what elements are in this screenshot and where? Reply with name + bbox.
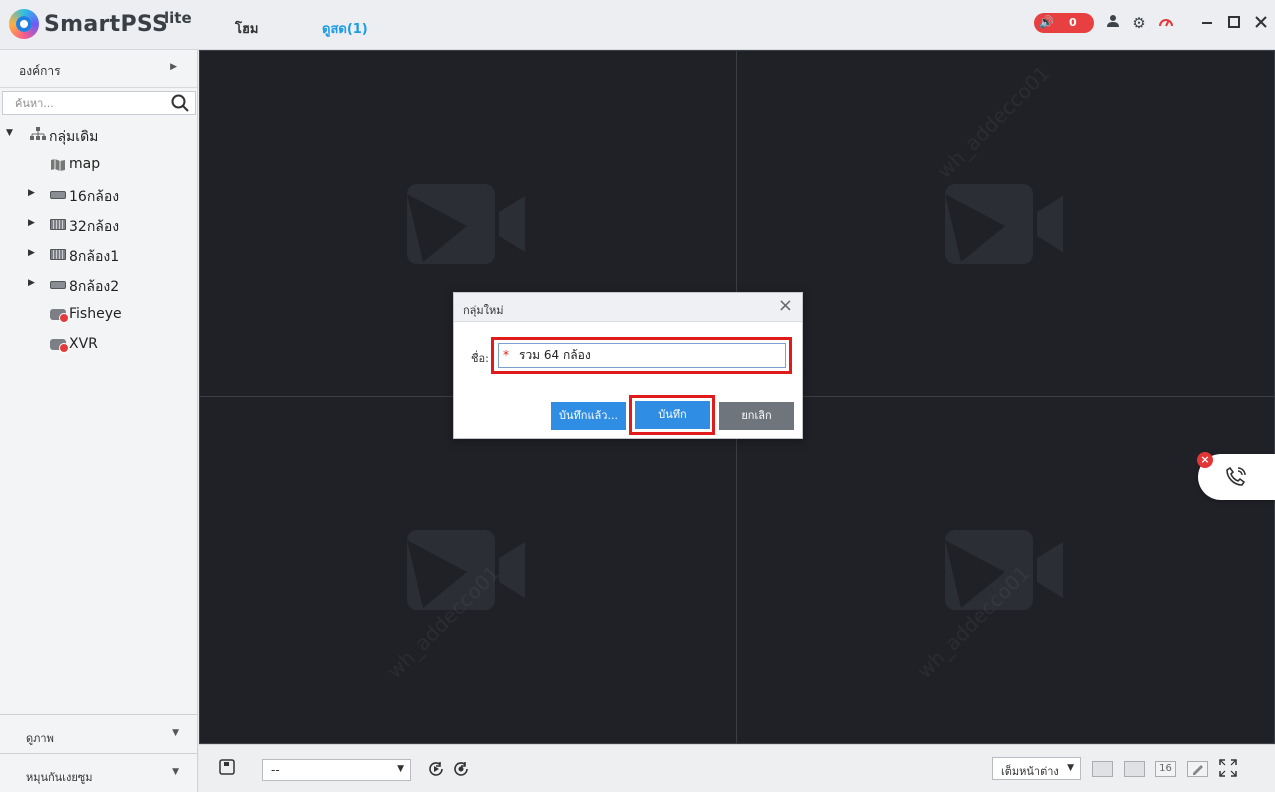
tree-item-16cam[interactable]: ▶ 16กล้อง xyxy=(0,180,197,208)
save-button[interactable]: บันทึก xyxy=(635,401,710,429)
org-tree-icon xyxy=(30,127,46,140)
phone-ringing-icon xyxy=(1226,466,1246,486)
tab-home[interactable]: โฮม xyxy=(235,18,259,39)
custom-layout-edit-icon[interactable] xyxy=(1187,761,1208,777)
settings-gear-icon[interactable]: ⚙ xyxy=(1129,13,1149,33)
expand-triangle-icon[interactable]: ▶ xyxy=(28,278,35,288)
chevron-down-icon: ▼ xyxy=(397,764,404,774)
device-search-input[interactable] xyxy=(3,92,169,114)
map-icon xyxy=(51,159,65,171)
expand-triangle-icon[interactable]: ▶ xyxy=(28,218,35,228)
fit-window-value: เต็มหน้าต่าง xyxy=(1001,765,1059,778)
maximize-icon[interactable] xyxy=(1224,13,1244,33)
tree-item-label: map xyxy=(69,156,101,172)
save-as-button[interactable]: บันทึกแล้ว... xyxy=(551,402,626,430)
rotate-tour-icon[interactable] xyxy=(426,760,446,780)
tree-item-label: 16กล้อง xyxy=(69,189,120,205)
playback-control-bar: -- ▼ เต็มหน้าต่าง ▼ 16 xyxy=(199,744,1275,792)
video-tile-4[interactable] xyxy=(736,396,1275,744)
tree-item-label: 8กล้อง1 xyxy=(69,249,120,265)
tree-item-label: XVR xyxy=(69,336,98,352)
device-search-box[interactable] xyxy=(2,91,196,115)
nvr-device-icon xyxy=(50,281,66,289)
layout-9-split-icon[interactable] xyxy=(1124,761,1145,777)
view-select-value: -- xyxy=(271,763,280,777)
minimize-icon[interactable] xyxy=(1197,13,1217,33)
alarm-button[interactable]: 🔊 0 xyxy=(1034,13,1094,33)
required-mark: * xyxy=(503,348,509,362)
ptz-panel-label: หมุนกันเงยซูม xyxy=(26,771,93,784)
dialog-close-icon[interactable]: × xyxy=(778,297,793,315)
tree-item-xvr[interactable]: XVR xyxy=(0,330,197,358)
app-title-suffix: lite xyxy=(164,9,192,27)
tree-item-label: Fisheye xyxy=(69,306,122,322)
tree-item-8cam2[interactable]: ▶ 8กล้อง2 xyxy=(0,270,197,298)
chevron-down-icon: ▼ xyxy=(172,767,179,777)
speaker-icon: 🔊 xyxy=(1039,15,1054,29)
chevron-down-icon: ▼ xyxy=(172,728,179,738)
smartpss-logo-icon xyxy=(9,9,39,39)
fit-window-select[interactable]: เต็มหน้าต่าง ▼ xyxy=(992,757,1081,780)
tree-item-label: 8กล้อง2 xyxy=(69,279,120,295)
video-placeholder-icon xyxy=(945,530,1063,610)
organization-dropdown[interactable]: องค์การ ▶ xyxy=(0,50,197,88)
alarm-count: 0 xyxy=(1069,16,1077,29)
dvr-device-icon xyxy=(50,219,66,230)
view-panel-toggle[interactable]: ดูภาพ ▼ xyxy=(0,714,197,753)
expand-triangle-icon[interactable]: ▶ xyxy=(28,248,35,258)
cancel-button[interactable]: ยกเลิก xyxy=(719,402,794,430)
tree-item-label: 32กล้อง xyxy=(69,219,120,235)
device-sidebar: องค์การ ▶ ▼ กลุ่มเดิม map ▶ 16กล้อง ▶ 32… xyxy=(0,50,198,792)
close-call-widget-icon[interactable]: × xyxy=(1197,452,1213,468)
user-icon[interactable] xyxy=(1103,13,1123,33)
dvr-device-icon xyxy=(50,249,66,260)
video-placeholder-icon xyxy=(945,184,1063,264)
group-name-input[interactable] xyxy=(519,345,781,366)
view-panel-label: ดูภาพ xyxy=(26,732,54,745)
layout-4-split-icon[interactable] xyxy=(1092,761,1113,777)
video-placeholder-icon xyxy=(407,530,525,610)
offline-camera-icon xyxy=(50,309,69,323)
group-name-field[interactable]: * xyxy=(498,343,786,368)
layout-16-split-icon[interactable]: 16 xyxy=(1155,761,1176,777)
tree-item-32cam[interactable]: ▶ 32กล้อง xyxy=(0,210,197,238)
video-tile-2[interactable] xyxy=(736,50,1275,397)
collapse-triangle-icon[interactable]: ▼ xyxy=(6,128,13,138)
tab-live-view[interactable]: ดูสด(1) xyxy=(322,18,368,39)
ptz-panel-toggle[interactable]: หมุนกันเงยซูม ▼ xyxy=(0,753,197,792)
chevron-right-icon: ▶ xyxy=(170,62,177,72)
group-name-label: ชื่อ: xyxy=(471,352,489,365)
close-icon[interactable] xyxy=(1251,13,1271,33)
video-tile-3[interactable] xyxy=(199,396,737,744)
video-placeholder-icon xyxy=(407,184,525,264)
fullscreen-icon[interactable] xyxy=(1218,759,1238,779)
view-select[interactable]: -- ▼ xyxy=(262,759,411,781)
snapshot-all-icon[interactable] xyxy=(451,760,471,780)
new-group-dialog: กลุ่มใหม่ × ชื่อ: * บันทึกแล้ว... บันทึก… xyxy=(453,292,803,439)
chevron-down-icon: ▼ xyxy=(1067,763,1074,773)
organization-label: องค์การ xyxy=(19,64,61,78)
tree-item-fisheye[interactable]: Fisheye xyxy=(0,300,197,328)
dialog-title: กลุ่มใหม่ xyxy=(463,304,504,317)
search-icon[interactable] xyxy=(170,93,190,113)
offline-camera-icon xyxy=(50,339,69,353)
save-view-icon[interactable] xyxy=(217,759,237,779)
tree-item-map[interactable]: map xyxy=(0,150,197,178)
tree-item-8cam1[interactable]: ▶ 8กล้อง1 xyxy=(0,240,197,268)
app-title: SmartPSS xyxy=(44,12,169,37)
performance-gauge-icon[interactable] xyxy=(1156,13,1176,33)
tree-item-default-group[interactable]: ▼ กลุ่มเดิม xyxy=(0,120,197,148)
expand-triangle-icon[interactable]: ▶ xyxy=(28,188,35,198)
tree-item-label: กลุ่มเดิม xyxy=(49,129,99,145)
dialog-header: กลุ่มใหม่ × xyxy=(454,293,802,322)
title-bar: SmartPSS lite โฮม ดูสด(1) 🔊 0 ⚙ xyxy=(0,0,1275,50)
nvr-device-icon xyxy=(50,191,66,199)
